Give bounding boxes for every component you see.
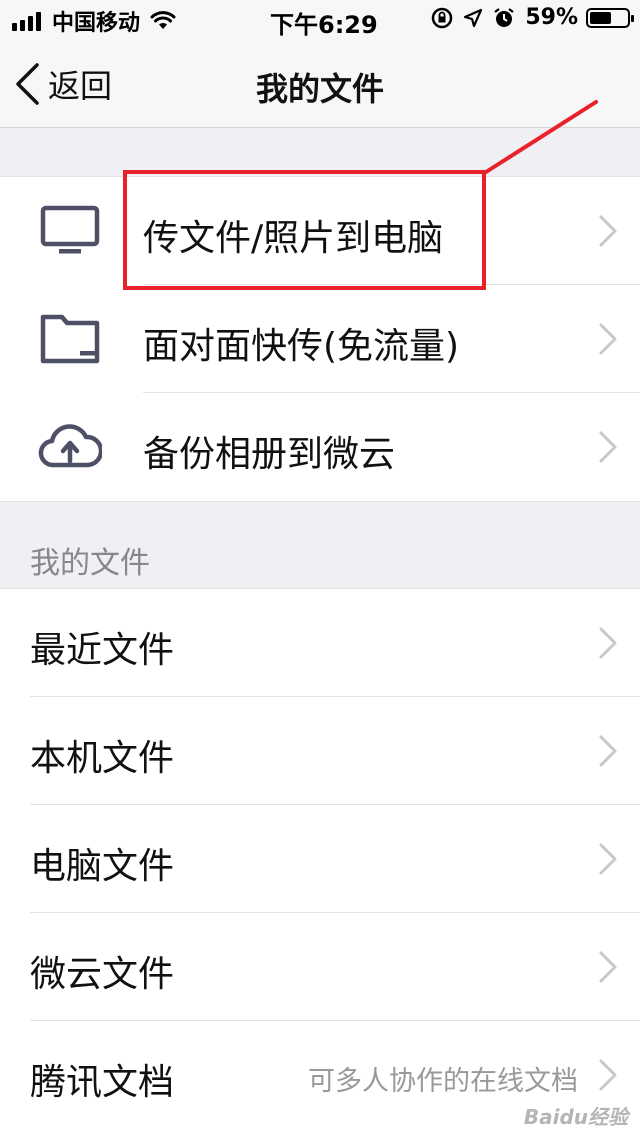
chevron-right-icon	[599, 1059, 617, 1091]
cloud-upload-icon	[38, 424, 102, 468]
status-time: 下午6:29	[270, 11, 378, 39]
location-icon	[464, 8, 483, 27]
battery-fill	[590, 11, 612, 24]
backup-album-label: 备份相册到微云	[143, 434, 396, 475]
chevron-right-icon	[599, 431, 617, 463]
weiyun-files-row[interactable]: 微云文件	[0, 913, 640, 1021]
chevron-right-icon	[599, 627, 617, 659]
nav-bar: 返回 我的文件	[0, 40, 640, 128]
tencent-docs-subtext: 可多人协作的在线文档	[308, 1066, 578, 1097]
recent-files-row[interactable]: 最近文件	[0, 589, 640, 697]
transfer-group: 传文件/照片到电脑 面对面快传(免流量) 备份相册到微云	[0, 176, 640, 502]
page-title: 我的文件	[255, 70, 384, 108]
pc-files-row[interactable]: 电脑文件	[0, 805, 640, 913]
local-files-row[interactable]: 本机文件	[0, 697, 640, 805]
recent-files-label: 最近文件	[30, 630, 175, 671]
wifi-icon	[150, 11, 176, 29]
transfer-to-pc-label: 传文件/照片到电脑	[143, 218, 444, 259]
battery-percent: 59%	[525, 5, 578, 30]
chevron-right-icon	[599, 215, 617, 247]
backup-album-row[interactable]: 备份相册到微云	[0, 393, 640, 501]
chevron-right-icon	[599, 323, 617, 355]
watermark: Baidu经验	[523, 1105, 628, 1129]
orientation-lock-icon	[432, 7, 453, 28]
alarm-icon	[494, 7, 514, 27]
pc-files-label: 电脑文件	[30, 846, 175, 887]
face-to-face-transfer-row[interactable]: 面对面快传(免流量)	[0, 285, 640, 393]
local-files-label: 本机文件	[30, 738, 175, 779]
monitor-icon	[40, 205, 100, 254]
weiyun-files-label: 微云文件	[30, 954, 175, 995]
status-right: 59%	[431, 5, 634, 30]
tencent-docs-label: 腾讯文档	[30, 1062, 175, 1103]
carrier-name: 中国移动	[52, 11, 141, 36]
status-left: 中国移动	[12, 5, 176, 37]
chevron-right-icon	[599, 843, 617, 875]
signal-icon	[12, 11, 44, 31]
files-group: 最近文件 本机文件 电脑文件 微云文件 腾讯文档 可多人协作的在线文档	[0, 588, 640, 1136]
chevron-right-icon	[599, 951, 617, 983]
face-to-face-transfer-label: 面对面快传(免流量)	[143, 326, 460, 367]
transfer-to-pc-row[interactable]: 传文件/照片到电脑	[0, 177, 640, 285]
folder-icon	[40, 314, 100, 364]
chevron-right-icon	[599, 735, 617, 767]
section-header: 我的文件	[30, 546, 150, 581]
status-bar: 中国移动 下午6:29 59%	[0, 0, 640, 40]
battery-icon	[586, 7, 634, 28]
